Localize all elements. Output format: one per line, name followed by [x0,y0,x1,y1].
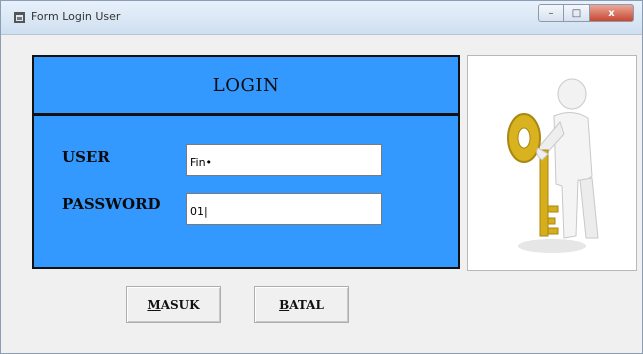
masuk-button[interactable]: M ASUK [126,286,221,323]
title-bar[interactable]: Form Login User – □ x [1,1,642,35]
window-controls: – □ x [538,4,634,24]
user-input[interactable] [186,144,382,176]
window-title: Form Login User [31,10,121,23]
password-input[interactable] [186,193,382,225]
login-picture [467,55,637,271]
password-label: PASSWORD [62,195,161,213]
person-with-key-icon [507,78,599,253]
close-button[interactable]: x [590,4,634,22]
user-label: USER [62,148,110,166]
minimize-button[interactable]: – [538,4,564,22]
masuk-label: ASUK [160,297,200,312]
batal-label: ATAL [289,297,324,312]
login-panel: LOGIN USER PASSWORD [32,55,460,269]
login-window: Form Login User – □ x LOGIN USER PASSWOR… [0,0,643,354]
login-header: LOGIN [34,57,458,116]
batal-accelerator: B [279,297,290,312]
login-title: LOGIN [212,74,280,96]
maximize-button[interactable]: □ [564,4,590,22]
app-icon [14,12,25,23]
batal-button[interactable]: B ATAL [254,286,349,323]
masuk-accelerator: M [147,297,161,312]
